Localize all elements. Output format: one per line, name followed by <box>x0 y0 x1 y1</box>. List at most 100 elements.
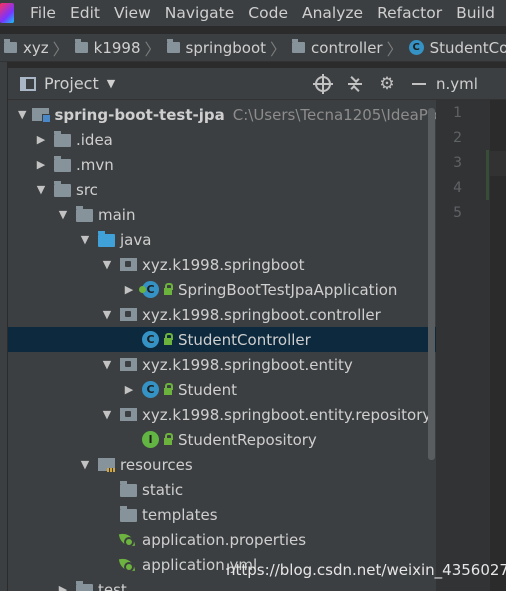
tree-row-label: xyz.k1998.springboot.entity.repository <box>142 405 432 424</box>
expand-down-icon[interactable]: ▼ <box>56 208 70 221</box>
minimize-icon[interactable] <box>410 75 428 93</box>
expand-right-icon[interactable]: ▶ <box>34 158 48 171</box>
vcs-change-marker <box>486 150 489 200</box>
expand-right-icon[interactable]: ▶ <box>122 383 136 396</box>
tree-row-package-controller[interactable]: ▼ xyz.k1998.springboot.controller <box>8 302 436 327</box>
menu-view[interactable]: View <box>114 4 151 22</box>
tree-row-java[interactable]: ▼ java <box>8 227 436 252</box>
tree-row-label: xyz.k1998.springboot.entity <box>142 355 353 374</box>
chevron-right-icon: 〉 <box>144 39 161 59</box>
tree-row-studentcontroller[interactable]: C StudentController <box>8 327 436 352</box>
tree-row-label: StudentController <box>178 330 311 349</box>
lock-icon <box>164 382 173 395</box>
folder-icon <box>76 206 93 222</box>
expand-down-icon[interactable]: ▼ <box>78 458 92 471</box>
editor-tab-application-yml[interactable]: n.yml <box>436 68 506 100</box>
package-icon <box>120 408 137 421</box>
tree-row-project-root[interactable]: ▼ spring-boot-test-jpa C:\Users\Tecna120… <box>8 102 436 127</box>
tree-row-mvn[interactable]: ▶ .mvn <box>8 152 436 177</box>
spring-boot-class-icon: C <box>139 281 159 298</box>
folder-icon <box>54 181 71 197</box>
expand-down-icon[interactable]: ▼ <box>34 183 48 196</box>
project-tree[interactable]: ▼ spring-boot-test-jpa C:\Users\Tecna120… <box>8 100 436 591</box>
chevron-right-icon: 〉 <box>270 39 287 59</box>
folder-icon <box>54 156 71 172</box>
tree-scrollbar[interactable] <box>428 108 435 460</box>
tree-row-test[interactable]: ▶ test <box>8 577 436 591</box>
breadcrumb-item-k1998[interactable]: k1998 〉 <box>71 36 163 60</box>
menu-bar: File Edit View Navigate Code Analyze Ref… <box>0 0 506 26</box>
tree-row-student[interactable]: ▶ C Student <box>8 377 436 402</box>
tree-row-package-repository[interactable]: ▼ xyz.k1998.springboot.entity.repository <box>8 402 436 427</box>
collapse-all-icon[interactable] <box>346 73 364 94</box>
menu-build[interactable]: Build <box>456 4 495 22</box>
breadcrumb-label: xyz <box>23 38 49 57</box>
breadcrumb-item-xyz[interactable]: xyz 〉 <box>0 36 71 60</box>
tree-row-static[interactable]: static <box>8 477 436 502</box>
tree-row-label: StudentRepository <box>178 430 317 449</box>
project-panel-actions: ⚙ <box>313 73 428 94</box>
resources-folder-icon <box>98 458 116 472</box>
tree-row-resources[interactable]: ▼ resources <box>8 452 436 477</box>
project-view-icon <box>20 76 36 91</box>
expand-right-icon[interactable]: ▶ <box>56 583 70 591</box>
tree-row-label: java <box>120 230 152 249</box>
tree-row-label: .idea <box>76 130 113 149</box>
expand-right-icon[interactable]: ▶ <box>122 283 136 296</box>
tree-row-package-springboot[interactable]: ▼ xyz.k1998.springboot <box>8 252 436 277</box>
tree-row-label: static <box>142 480 184 499</box>
folder-icon <box>76 581 93 591</box>
tree-row-springboottestjpaapplication[interactable]: ▶ C SpringBootTestJpaApplication <box>8 277 436 302</box>
expand-down-icon[interactable]: ▼ <box>100 258 114 271</box>
chevron-right-icon: 〉 <box>386 39 403 59</box>
class-icon: C <box>142 331 159 348</box>
class-icon: C <box>142 381 159 398</box>
tree-row-label: src <box>76 180 98 199</box>
tree-row-package-entity[interactable]: ▼ xyz.k1998.springboot.entity <box>8 352 436 377</box>
package-icon <box>74 39 88 53</box>
chevron-down-icon[interactable]: ▼ <box>107 77 115 90</box>
editor-tab-label: n.yml <box>436 74 478 93</box>
tree-row-label: resources <box>120 455 193 474</box>
menu-analyze[interactable]: Analyze <box>302 4 363 22</box>
menu-code[interactable]: Code <box>248 4 288 22</box>
tree-row-templates[interactable]: templates <box>8 502 436 527</box>
tree-row-label: templates <box>142 505 218 524</box>
gear-icon[interactable]: ⚙ <box>378 74 396 94</box>
tree-row-src[interactable]: ▼ src <box>8 177 436 202</box>
breadcrumb-label: controller <box>311 38 383 57</box>
project-panel-header: Project ▼ ⚙ <box>8 68 436 100</box>
locate-icon[interactable] <box>313 73 333 94</box>
menu-edit[interactable]: Edit <box>70 4 100 22</box>
package-icon <box>120 358 137 371</box>
editor-gutter: 1 2 3 4 5 <box>436 100 490 591</box>
tree-row-label: application.properties <box>142 530 307 549</box>
tree-row-main[interactable]: ▼ main <box>8 202 436 227</box>
lock-icon <box>164 432 173 445</box>
folder-icon <box>120 481 137 497</box>
expand-down-icon[interactable]: ▼ <box>100 408 114 421</box>
expand-right-icon[interactable]: ▶ <box>34 133 48 146</box>
menu-refactor[interactable]: Refactor <box>377 4 442 22</box>
breadcrumb-label: StudentControl <box>429 38 506 57</box>
breadcrumb-item-springboot[interactable]: springboot 〉 <box>163 36 288 60</box>
spring-config-icon <box>120 531 137 548</box>
tree-row-idea[interactable]: ▶ .idea <box>8 127 436 152</box>
line-number: 1 <box>453 105 462 121</box>
tree-row-studentrepository[interactable]: I StudentRepository <box>8 427 436 452</box>
expand-down-icon[interactable]: ▼ <box>78 233 92 246</box>
tree-row-label: xyz.k1998.springboot <box>142 255 305 274</box>
menu-navigate[interactable]: Navigate <box>165 4 235 22</box>
menu-file[interactable]: File <box>30 4 56 22</box>
expand-down-icon[interactable]: ▼ <box>100 358 114 371</box>
expand-down-icon[interactable]: ▼ <box>18 108 26 121</box>
breadcrumb-item-controller[interactable]: controller 〉 <box>288 36 405 60</box>
tree-row-application-properties[interactable]: application.properties <box>8 527 436 552</box>
tree-row-label: xyz.k1998.springboot.controller <box>142 305 381 324</box>
project-panel-title[interactable]: Project <box>44 74 99 93</box>
left-tool-stripe[interactable] <box>0 62 8 591</box>
tree-row-path: C:\Users\Tecna1205\IdeaProje <box>232 105 436 124</box>
tree-row-label: main <box>98 205 136 224</box>
expand-down-icon[interactable]: ▼ <box>100 308 114 321</box>
breadcrumb-item-studentcontroller[interactable]: C StudentControl <box>405 39 506 57</box>
